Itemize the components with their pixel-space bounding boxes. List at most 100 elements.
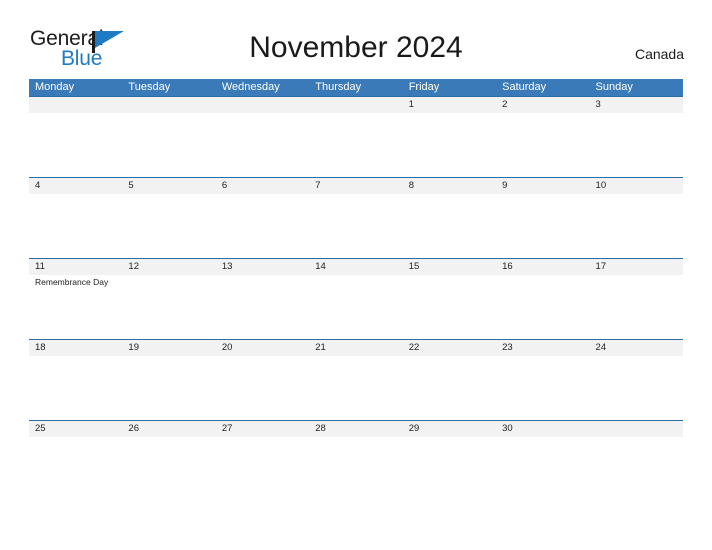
day-event-cell: [122, 437, 215, 457]
day-event-cell: [309, 275, 402, 339]
week-date-strip: 4 5 6 7 8 9 10: [29, 177, 683, 194]
weekday-header-friday: Friday: [408, 81, 440, 93]
day-number[interactable]: 25: [29, 421, 122, 437]
day-event-cell: [122, 113, 215, 177]
day-event-cell: [496, 194, 589, 258]
week-event-area: [29, 194, 683, 258]
day-number[interactable]: 30: [496, 421, 589, 437]
day-event-cell: [403, 437, 496, 457]
weekday-header-wednesday: Wednesday: [221, 81, 280, 93]
weekday-header-saturday: Saturday: [502, 81, 547, 93]
day-event-cell: [122, 194, 215, 258]
day-event-cell: [590, 194, 683, 258]
day-event-cell: [590, 356, 683, 420]
day-number[interactable]: 21: [309, 340, 402, 356]
day-cell-empty: [29, 97, 122, 113]
day-number[interactable]: 15: [403, 259, 496, 275]
calendar-week-row: 11 12 13 14 15 16 17 Remembrance Day: [29, 258, 683, 339]
week-date-strip: 123: [29, 96, 683, 113]
day-number[interactable]: 17: [590, 259, 683, 275]
day-event-cell: [496, 275, 589, 339]
calendar-week-row: 18 19 20 21 22 23 24: [29, 339, 683, 420]
week-date-strip: 18 19 20 21 22 23 24: [29, 339, 683, 356]
day-event-cell: [29, 356, 122, 420]
day-number[interactable]: 9: [496, 178, 589, 194]
day-number[interactable]: 14: [309, 259, 402, 275]
day-number[interactable]: 28: [309, 421, 402, 437]
day-cell-empty: [216, 97, 309, 113]
week-event-area: [29, 437, 683, 457]
day-event-cell: [29, 113, 122, 177]
week-event-area: [29, 113, 683, 177]
day-number[interactable]: 11: [29, 259, 122, 275]
day-number[interactable]: 10: [590, 178, 683, 194]
day-event-cell: [216, 437, 309, 457]
weekday-header-tuesday: Tuesday: [128, 81, 171, 93]
calendar-weeks: 1 2 3 4 5 6 7 8 9 10 11 12 13 14 15 16 17 Remembrance Day…: [29, 96, 683, 457]
day-number[interactable]: 29: [403, 421, 496, 437]
day-number[interactable]: 20: [216, 340, 309, 356]
day-number[interactable]: 2: [496, 97, 589, 113]
day-event-cell: Remembrance Day: [29, 275, 122, 339]
page-header: General Blue November 2024 Canada: [0, 0, 712, 78]
weekday-header-sunday: Sunday: [595, 81, 633, 93]
week-event-area: Remembrance Day: [29, 275, 683, 339]
day-event-cell: [122, 275, 215, 339]
day-event-cell: [29, 437, 122, 457]
calendar-week-row: 4 5 6 7 8 9 10: [29, 177, 683, 258]
day-event-cell: [309, 194, 402, 258]
week-date-strip: 25 26 27 28 29 30: [29, 420, 683, 437]
calendar-page: General Blue November 2024 Canada Monday…: [0, 0, 712, 550]
day-event-cell: [496, 356, 589, 420]
day-event-cell: [216, 356, 309, 420]
region-label: Canada: [634, 46, 684, 62]
day-number[interactable]: 4: [29, 178, 122, 194]
calendar-week-row: 25 26 27 28 29 30: [29, 420, 683, 457]
page-title: November 2024: [249, 31, 463, 64]
day-number[interactable]: 24: [590, 340, 683, 356]
day-event-cell: [216, 194, 309, 258]
day-event-cell: [403, 113, 496, 177]
day-number[interactable]: 5: [122, 178, 215, 194]
day-event-cell: [216, 275, 309, 339]
day-number[interactable]: 7: [309, 178, 402, 194]
day-number[interactable]: 23: [496, 340, 589, 356]
day-event-cell: [403, 356, 496, 420]
day-event-cell: [309, 437, 402, 457]
day-number[interactable]: 12: [122, 259, 215, 275]
day-cell-empty: [590, 421, 683, 437]
day-number[interactable]: 18: [29, 340, 122, 356]
day-event-cell: [309, 113, 402, 177]
calendar-grid: Monday Tuesday Wednesday Thursday Friday Satu…: [29, 79, 683, 457]
day-number[interactable]: 6: [216, 178, 309, 194]
day-number[interactable]: 22: [403, 340, 496, 356]
day-event-cell: [590, 113, 683, 177]
day-cell-empty: [122, 97, 215, 113]
day-event-cell: [496, 437, 589, 457]
weekday-header-monday: Monday: [35, 81, 75, 93]
day-number[interactable]: 8: [403, 178, 496, 194]
weekday-header-row: Monday Tuesday Wednesday Thursday Friday Satu…: [29, 79, 683, 96]
day-event-cell: [216, 113, 309, 177]
day-event-cell: [122, 356, 215, 420]
weekday-header-thursday: Thursday: [315, 81, 362, 93]
holiday-label: Remembrance Day: [35, 277, 109, 287]
day-event-cell: [403, 275, 496, 339]
day-number[interactable]: 26: [122, 421, 215, 437]
day-number[interactable]: 13: [216, 259, 309, 275]
day-event-cell: [590, 437, 683, 457]
day-event-cell: [496, 113, 589, 177]
day-cell-empty: [309, 97, 402, 113]
week-date-strip: 11 12 13 14 15 16 17: [29, 258, 683, 275]
day-number[interactable]: 16: [496, 259, 589, 275]
calendar-week-row: 123: [29, 96, 683, 177]
day-event-cell: [29, 194, 122, 258]
day-number[interactable]: 3: [590, 97, 683, 113]
day-number[interactable]: 19: [122, 340, 215, 356]
day-event-cell: [403, 194, 496, 258]
day-number[interactable]: 27: [216, 421, 309, 437]
day-event-cell: [590, 275, 683, 339]
day-event-cell: [309, 356, 402, 420]
day-number[interactable]: 1: [403, 97, 496, 113]
week-event-area: [29, 356, 683, 420]
